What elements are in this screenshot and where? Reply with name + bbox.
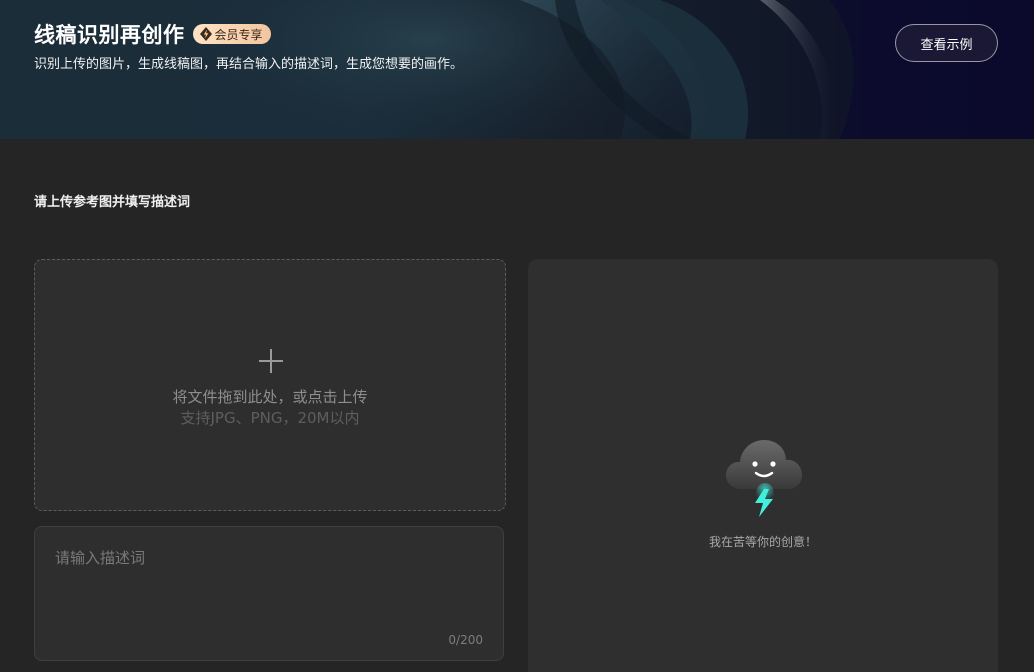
char-count: 0/200	[448, 633, 483, 647]
upload-instruction: 将文件拖到此处，或点击上传	[172, 388, 368, 406]
lightning-icon	[199, 27, 212, 41]
section-label: 请上传参考图并填写描述词	[34, 195, 191, 210]
vip-badge-label: 会员专享	[214, 27, 263, 42]
vip-badge: 会员专享	[192, 24, 271, 44]
page-title: 线稿识别再创作	[34, 23, 185, 47]
prompt-box: 0/200	[34, 526, 504, 661]
header-banner: 线稿识别再创作 会员专享 识别上传的图片，生成线稿图，再结合输入的描述词，生成您…	[0, 0, 1034, 139]
page-subtitle: 识别上传的图片，生成线稿图，再结合输入的描述词，生成您想要的画作。	[34, 57, 464, 72]
prompt-input[interactable]	[55, 547, 485, 637]
waiting-message: 我在苦等你的创意！	[708, 535, 817, 549]
result-panel: 我在苦等你的创意！	[528, 259, 998, 672]
title-row: 线稿识别再创作 会员专享	[34, 19, 271, 49]
upload-format-hint: 支持JPG、PNG，20M以内	[180, 409, 360, 427]
image-upload-dropzone[interactable]: 将文件拖到此处，或点击上传 支持JPG、PNG，20M以内	[34, 259, 506, 511]
smiling-cloud-lightning-icon	[726, 440, 802, 517]
plus-icon	[259, 349, 283, 373]
view-example-button[interactable]: 查看示例	[895, 24, 998, 62]
